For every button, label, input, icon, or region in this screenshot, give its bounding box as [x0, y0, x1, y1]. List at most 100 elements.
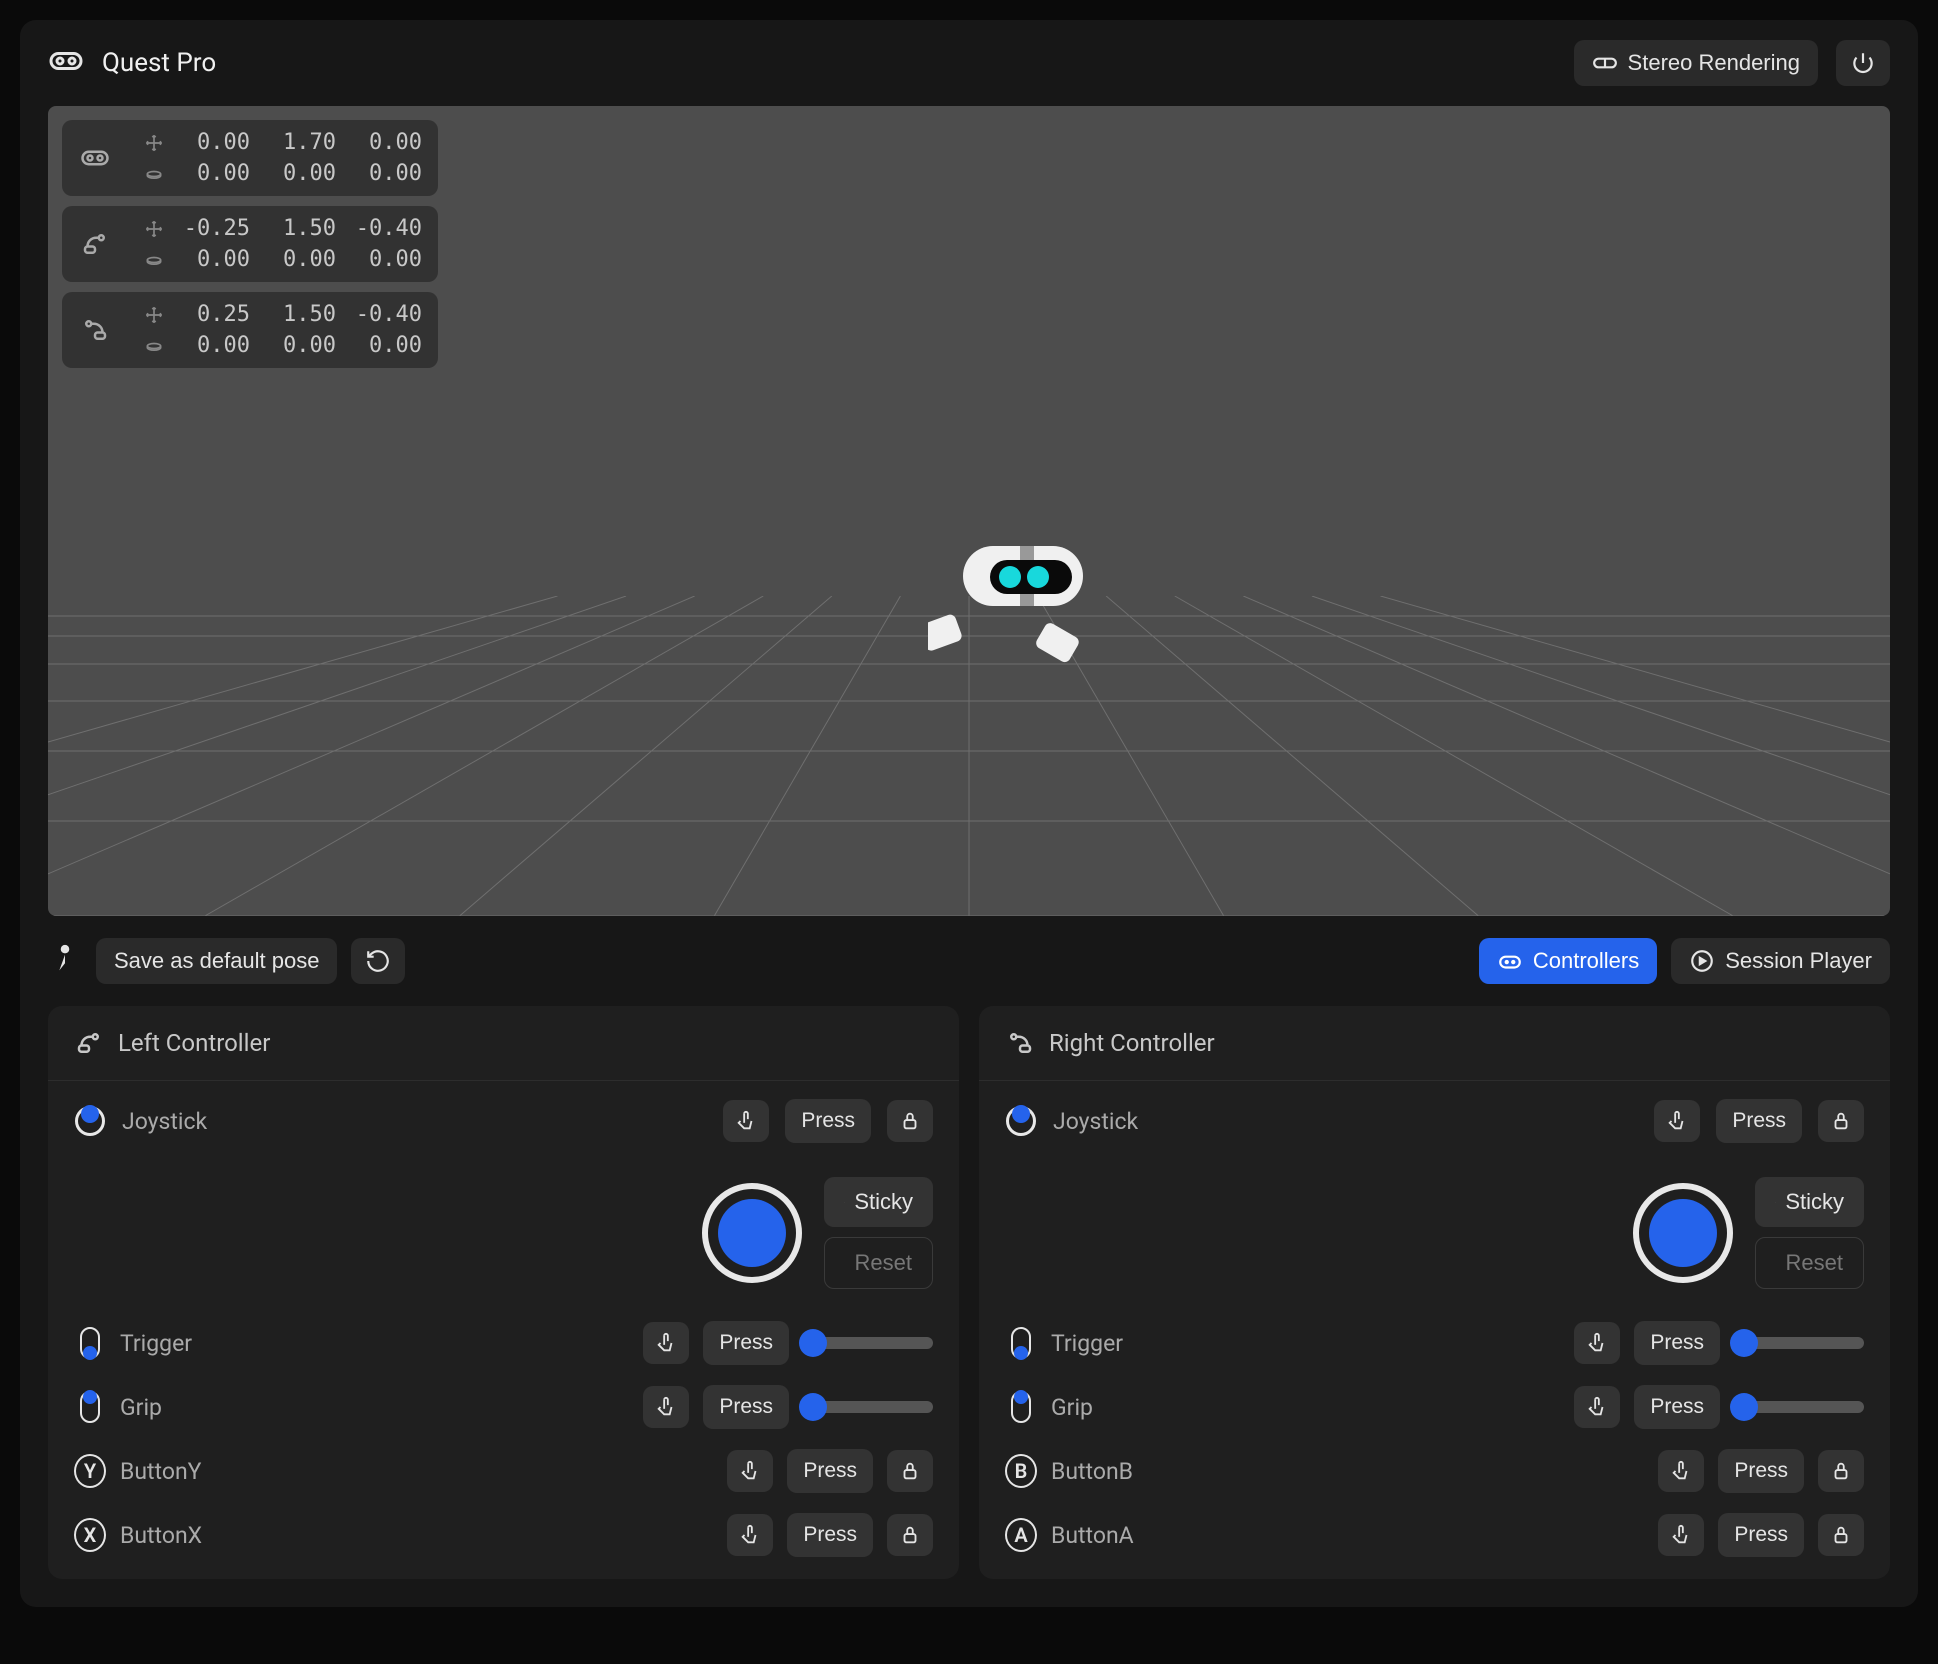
button-B-icon: B [1005, 1455, 1037, 1487]
right-btn2-touch-button[interactable] [1658, 1514, 1704, 1556]
left-trigger-row: Trigger Press [48, 1311, 959, 1375]
position-line: 0.001.700.00 [144, 130, 422, 155]
stat-row-1: -0.251.50-0.40 0.000.000.00 [62, 206, 438, 282]
left-btn1-touch-button[interactable] [727, 1450, 773, 1492]
left-btn2-touch-button[interactable] [727, 1514, 773, 1556]
right-reset-button[interactable]: Reset [1755, 1237, 1864, 1289]
left-trigger-touch-button[interactable] [643, 1322, 689, 1364]
header: Quest Pro Stereo Rendering [20, 20, 1918, 106]
left-grip-slider[interactable] [803, 1401, 933, 1413]
joystick-mini-icon [74, 1105, 106, 1137]
position-line: 0.251.50-0.40 [144, 302, 422, 327]
left-controller-card: Left Controller Joystick Press Sticky Re… [48, 1006, 959, 1579]
right-joystick-press-button[interactable]: Press [1716, 1099, 1802, 1143]
left-grip-row: Grip Press [48, 1375, 959, 1439]
left-btn2-press-button[interactable]: Press [787, 1513, 873, 1557]
rotation-line: 0.000.000.00 [144, 333, 422, 358]
joystick-label: Joystick [122, 1108, 707, 1135]
right-trigger-press-button[interactable]: Press [1634, 1321, 1720, 1365]
stat-row-0: 0.001.700.00 0.000.000.00 [62, 120, 438, 196]
right-controller-header: Right Controller [979, 1006, 1890, 1080]
left-joystick-lock-button[interactable] [887, 1100, 933, 1142]
session-player-tab[interactable]: Session Player [1671, 938, 1890, 984]
grip-label: Grip [120, 1394, 629, 1421]
grip-icon [1005, 1391, 1037, 1423]
left-btn1-lock-button[interactable] [887, 1450, 933, 1492]
left-joystick-pad[interactable] [702, 1183, 802, 1283]
power-button[interactable] [1836, 40, 1890, 86]
btn2-label: ButtonX [120, 1522, 713, 1549]
trigger-label: Trigger [120, 1330, 629, 1357]
left-trigger-press-button[interactable]: Press [703, 1321, 789, 1365]
trigger-icon [1005, 1327, 1037, 1359]
left-btn2-row: X ButtonX Press [48, 1503, 959, 1579]
trigger-label: Trigger [1051, 1330, 1560, 1357]
headset-icon [62, 120, 128, 196]
joystick-knob [1649, 1199, 1717, 1267]
left-joystick-pad-row: Sticky Reset [48, 1161, 959, 1311]
left-reset-button[interactable]: Reset [824, 1237, 933, 1289]
device-title: Quest Pro [102, 48, 1556, 78]
right-trigger-slider[interactable] [1734, 1337, 1864, 1349]
right-btn1-lock-button[interactable] [1818, 1450, 1864, 1492]
reset-pose-button[interactable] [351, 938, 405, 984]
right-joystick-section: Joystick Press [979, 1080, 1890, 1161]
left-joystick-section: Joystick Press [48, 1080, 959, 1161]
btn1-label: ButtonY [120, 1458, 713, 1485]
left-btn2-lock-button[interactable] [887, 1514, 933, 1556]
grip-icon [74, 1391, 106, 1423]
right-btn1-press-button[interactable]: Press [1718, 1449, 1804, 1493]
transform-overlay: 0.001.700.00 0.000.000.00 -0.251.50-0.40… [62, 120, 438, 368]
left-joystick-touch-button[interactable] [723, 1100, 769, 1142]
left-btn1-press-button[interactable]: Press [787, 1449, 873, 1493]
right-controller-card: Right Controller Joystick Press Sticky R… [979, 1006, 1890, 1579]
left-grip-touch-button[interactable] [643, 1386, 689, 1428]
left-sticky-button[interactable]: Sticky [824, 1177, 933, 1227]
btn2-label: ButtonA [1051, 1522, 1644, 1549]
right-joystick-pad[interactable] [1633, 1183, 1733, 1283]
right-sticky-button[interactable]: Sticky [1755, 1177, 1864, 1227]
main-panel: Quest Pro Stereo Rendering 0.001.700.00 … [20, 20, 1918, 1607]
position-line: -0.251.50-0.40 [144, 216, 422, 241]
joystick-knob [718, 1199, 786, 1267]
button-X-icon: X [74, 1519, 106, 1551]
right-ctrl-icon [62, 292, 128, 368]
right-grip-slider[interactable] [1734, 1401, 1864, 1413]
person-icon [48, 942, 82, 980]
right-btn2-press-button[interactable]: Press [1718, 1513, 1804, 1557]
left-trigger-slider[interactable] [803, 1337, 933, 1349]
right-joystick-touch-button[interactable] [1654, 1100, 1700, 1142]
vr-avatar [928, 536, 1128, 710]
right-btn1-row: B ButtonB Press [979, 1439, 1890, 1503]
controller-title: Right Controller [1049, 1029, 1215, 1057]
rotation-line: 0.000.000.00 [144, 247, 422, 272]
controller-title: Left Controller [118, 1029, 270, 1057]
headset-icon [48, 43, 84, 83]
left-joystick-press-button[interactable]: Press [785, 1099, 871, 1143]
rotation-line: 0.000.000.00 [144, 161, 422, 186]
right-btn1-touch-button[interactable] [1658, 1450, 1704, 1492]
joystick-mini-icon [1005, 1105, 1037, 1137]
trigger-icon [74, 1327, 106, 1359]
stereo-rendering-button[interactable]: Stereo Rendering [1574, 40, 1818, 86]
right-grip-touch-button[interactable] [1574, 1386, 1620, 1428]
right-trigger-row: Trigger Press [979, 1311, 1890, 1375]
joystick-label: Joystick [1053, 1108, 1638, 1135]
button-A-icon: A [1005, 1519, 1037, 1551]
right-grip-row: Grip Press [979, 1375, 1890, 1439]
3d-viewport[interactable]: 0.001.700.00 0.000.000.00 -0.251.50-0.40… [48, 106, 1890, 916]
right-joystick-pad-row: Sticky Reset [979, 1161, 1890, 1311]
right-trigger-touch-button[interactable] [1574, 1322, 1620, 1364]
btn1-label: ButtonB [1051, 1458, 1644, 1485]
controllers-section: Left Controller Joystick Press Sticky Re… [20, 1006, 1918, 1607]
left-grip-press-button[interactable]: Press [703, 1385, 789, 1429]
right-btn2-lock-button[interactable] [1818, 1514, 1864, 1556]
right-btn2-row: A ButtonA Press [979, 1503, 1890, 1579]
save-pose-button[interactable]: Save as default pose [96, 938, 337, 984]
controllers-tab[interactable]: Controllers [1479, 938, 1657, 984]
left-ctrl-icon [62, 206, 128, 282]
stat-row-2: 0.251.50-0.40 0.000.000.00 [62, 292, 438, 368]
grip-label: Grip [1051, 1394, 1560, 1421]
right-joystick-lock-button[interactable] [1818, 1100, 1864, 1142]
right-grip-press-button[interactable]: Press [1634, 1385, 1720, 1429]
